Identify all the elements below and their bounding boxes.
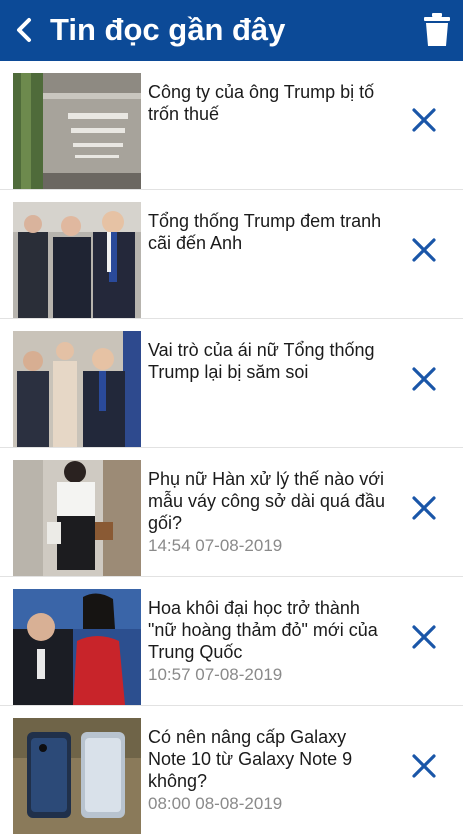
list-item[interactable]: Tổng thống Trump đem tranh cãi đến Anh xyxy=(0,190,463,319)
close-icon xyxy=(412,496,436,520)
article-thumbnail xyxy=(13,718,141,834)
remove-item-button[interactable] xyxy=(408,104,440,136)
article-thumbnail xyxy=(13,460,141,576)
delete-all-button[interactable] xyxy=(421,12,453,48)
item-text: Vai trò của ái nữ Tổng thống Trump lại b… xyxy=(148,339,386,383)
app-header: Tin đọc gần đây xyxy=(0,0,463,61)
chevron-left-icon xyxy=(17,18,31,42)
item-text: Tổng thống Trump đem tranh cãi đến Anh xyxy=(148,210,386,254)
close-icon xyxy=(412,238,436,262)
recent-list: Công ty của ông Trump bị tố trốn thuế Tổ… xyxy=(0,61,463,835)
remove-item-button[interactable] xyxy=(408,621,440,653)
item-title[interactable]: Tổng thống Trump đem tranh cãi đến Anh xyxy=(148,210,386,254)
close-icon xyxy=(412,625,436,649)
trash-icon xyxy=(424,13,450,46)
remove-item-button[interactable] xyxy=(408,492,440,524)
item-title[interactable]: Vai trò của ái nữ Tổng thống Trump lại b… xyxy=(148,339,386,383)
item-title[interactable]: Có nên nâng cấp Galaxy Note 10 từ Galaxy… xyxy=(148,726,386,792)
article-thumbnail xyxy=(13,73,141,189)
item-title[interactable]: Phụ nữ Hàn xử lý thế nào với mẫu váy côn… xyxy=(148,468,386,534)
item-text: Công ty của ông Trump bị tố trốn thuế xyxy=(148,81,386,125)
close-icon xyxy=(412,367,436,391)
item-text: Hoa khôi đại học trở thành "nữ hoàng thả… xyxy=(148,597,386,686)
item-text: Có nên nâng cấp Galaxy Note 10 từ Galaxy… xyxy=(148,726,386,815)
page-title: Tin đọc gần đây xyxy=(50,12,286,47)
article-thumbnail xyxy=(13,331,141,447)
remove-item-button[interactable] xyxy=(408,363,440,395)
item-timestamp: 08:00 08-08-2019 xyxy=(148,794,283,813)
item-timestamp: 14:54 07-08-2019 xyxy=(148,536,283,555)
item-timestamp: 10:57 07-08-2019 xyxy=(148,665,283,684)
list-item[interactable]: Vai trò của ái nữ Tổng thống Trump lại b… xyxy=(0,319,463,448)
item-title[interactable]: Công ty của ông Trump bị tố trốn thuế xyxy=(148,81,386,125)
list-item[interactable]: Phụ nữ Hàn xử lý thế nào với mẫu váy côn… xyxy=(0,448,463,577)
close-icon xyxy=(412,108,436,132)
item-text: Phụ nữ Hàn xử lý thế nào với mẫu váy côn… xyxy=(148,468,386,557)
remove-item-button[interactable] xyxy=(408,234,440,266)
remove-item-button[interactable] xyxy=(408,750,440,782)
item-title[interactable]: Hoa khôi đại học trở thành "nữ hoàng thả… xyxy=(148,597,386,663)
list-item[interactable]: Có nên nâng cấp Galaxy Note 10 từ Galaxy… xyxy=(0,706,463,835)
list-item[interactable]: Hoa khôi đại học trở thành "nữ hoàng thả… xyxy=(0,577,463,706)
list-item[interactable]: Công ty của ông Trump bị tố trốn thuế xyxy=(0,61,463,190)
back-button[interactable] xyxy=(10,14,40,46)
article-thumbnail xyxy=(13,589,141,705)
article-thumbnail xyxy=(13,202,141,318)
close-icon xyxy=(412,754,436,778)
